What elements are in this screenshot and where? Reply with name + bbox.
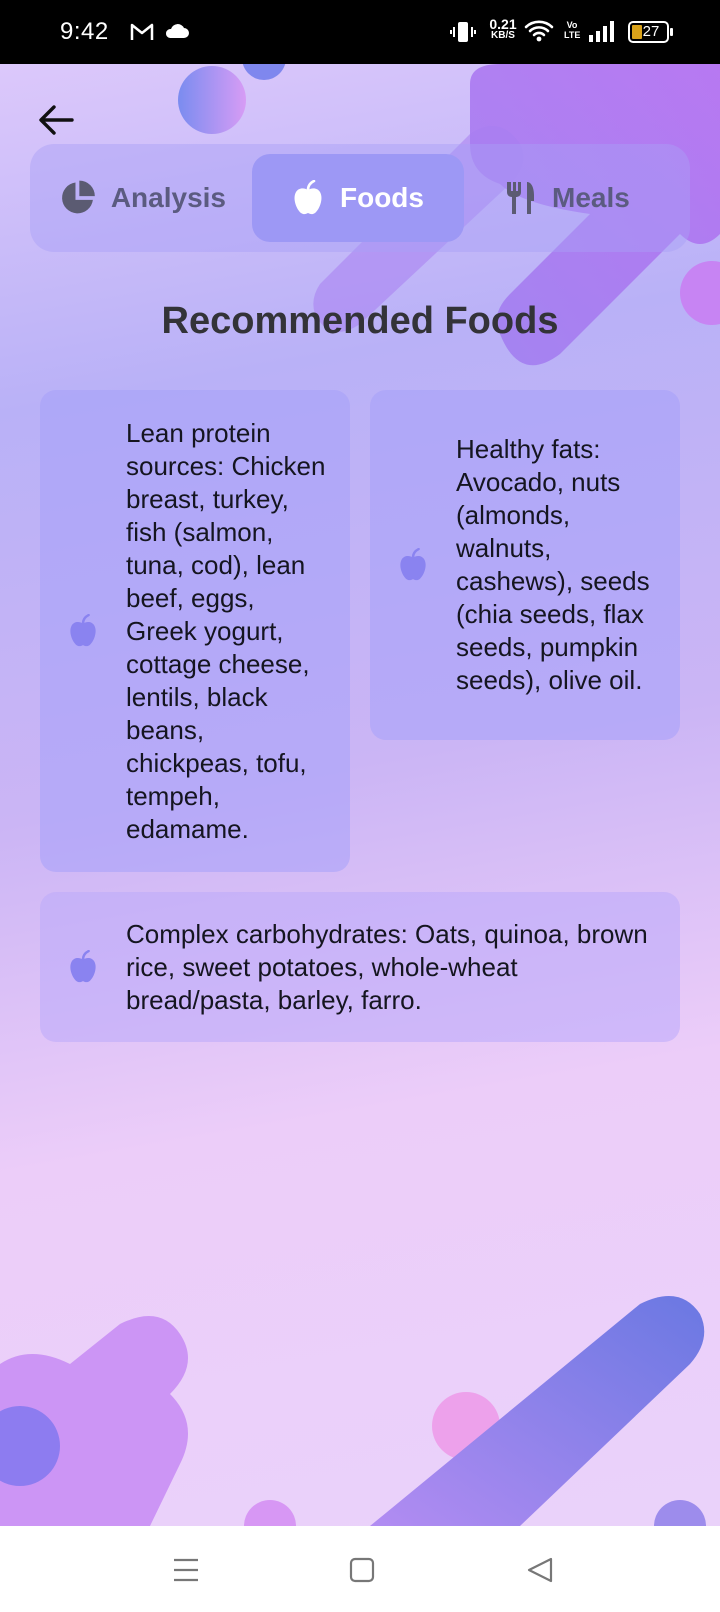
utensils-icon (507, 182, 534, 214)
tab-label: Meals (552, 182, 630, 213)
pie-chart-icon (62, 180, 95, 214)
tab-bar: Analysis Foods Meals (30, 144, 690, 252)
tab-label: Analysis (110, 182, 226, 213)
apple-icon (70, 950, 96, 983)
page-title: Recommended Foods (161, 300, 559, 342)
main-content: Analysis Foods Meals Recommended Foods L… (0, 64, 720, 1526)
food-card: Complex carbohydrates: Oats, quinoa, bro… (40, 892, 680, 1042)
home-button[interactable] (342, 1552, 382, 1588)
volte-label: Vo LTE (564, 20, 581, 40)
food-card-text: Complex carbohydrates: Oats, quinoa, bro… (126, 918, 648, 1015)
tab-meals[interactable]: Meals (482, 154, 682, 242)
tab-label: Foods (340, 182, 424, 213)
apple-icon (400, 548, 426, 581)
system-nav-bar (0, 1526, 720, 1612)
status-time: 9:42 (60, 18, 109, 45)
home-square-icon (349, 1557, 375, 1583)
menu-button[interactable] (166, 1552, 206, 1588)
battery-icon: 27 (628, 20, 674, 44)
food-card: Healthy fats: Avocado, nuts (almonds, wa… (370, 390, 680, 740)
arrow-left-icon (39, 105, 74, 135)
apple-icon (294, 180, 322, 215)
apple-icon (70, 614, 96, 647)
back-triangle-icon (527, 1557, 553, 1583)
status-bar: 9:42 0.21 KB/S Vo LTE 27 (0, 0, 720, 64)
wifi-icon (524, 18, 554, 47)
battery-level: 27 (642, 23, 660, 40)
tab-foods[interactable]: Foods (252, 154, 464, 242)
vibrate-icon (450, 20, 476, 49)
menu-icon (174, 1558, 198, 1582)
tab-analysis[interactable]: Analysis (38, 154, 248, 242)
food-card: Lean protein sources: Chicken breast, tu… (40, 390, 350, 872)
net-speed-value: 0.21 (489, 16, 517, 32)
signal-icon (588, 20, 618, 47)
net-speed: 0.21 KB/S (486, 16, 520, 42)
net-speed-unit: KB/S (491, 30, 515, 41)
back-button[interactable] (34, 98, 78, 142)
food-card-text: Healthy fats: Avocado, nuts (almonds, wa… (456, 434, 650, 695)
cloud-icon (164, 22, 190, 45)
back-nav-button[interactable] (520, 1552, 560, 1588)
food-card-text: Lean protein sources: Chicken breast, tu… (126, 417, 326, 844)
gmail-icon (130, 22, 154, 47)
